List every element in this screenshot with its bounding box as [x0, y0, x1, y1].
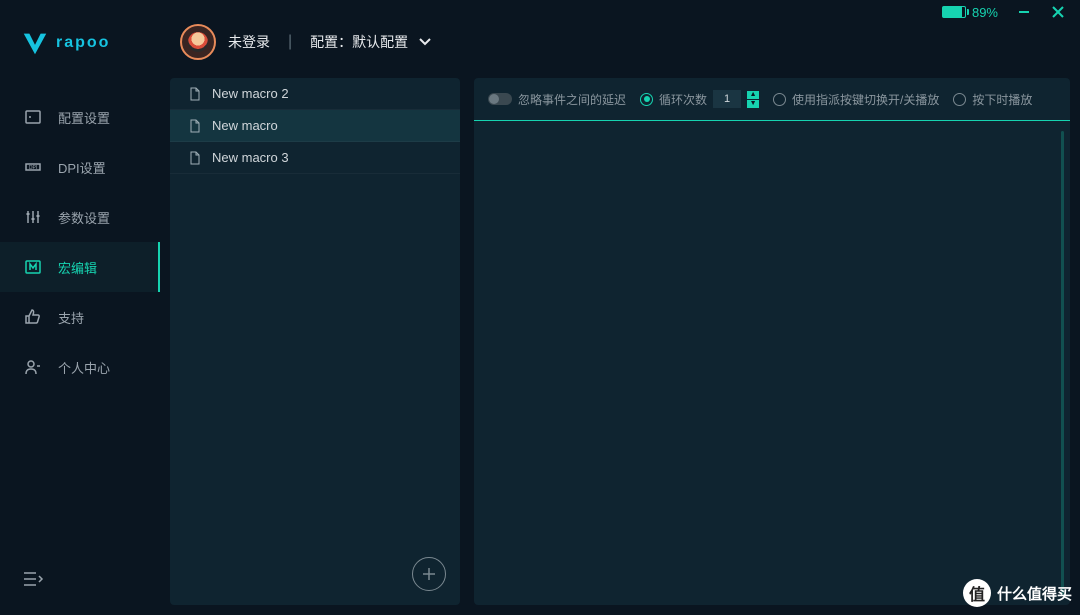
sidebar-item-label: DPI设置	[58, 158, 106, 177]
battery-indicator: 89%	[942, 5, 998, 20]
minimize-button[interactable]	[1016, 4, 1032, 20]
thumbs-up-icon	[22, 306, 44, 328]
svg-text:DPI: DPI	[29, 165, 37, 171]
sidebar-item-label: 配置设置	[58, 108, 110, 127]
chevron-down-icon	[418, 37, 432, 47]
close-button[interactable]	[1050, 4, 1066, 20]
macro-list-panel: New macro 2 New macro New macro 3	[170, 78, 460, 605]
file-icon	[188, 87, 202, 101]
sliders-icon	[22, 206, 44, 228]
scrollbar[interactable]	[1061, 131, 1064, 595]
logo-v-icon	[20, 28, 50, 58]
sidebar: rapoo 配置设置 DPI DPI设置 参数设置 宏编辑 支持	[0, 0, 160, 615]
radio-button[interactable]	[953, 93, 966, 106]
radio-button[interactable]	[640, 93, 653, 106]
macro-canvas[interactable]: 左键点击选中 右键点击编辑 添加▸ 按键 延迟 修改	[474, 121, 1070, 605]
collapse-sidebar-button[interactable]	[0, 548, 160, 615]
sidebar-item-params[interactable]: 参数设置	[0, 192, 160, 242]
sidebar-item-label: 支持	[58, 308, 84, 327]
macro-name: New macro 3	[212, 150, 289, 165]
battery-icon	[942, 6, 966, 18]
dpi-icon: DPI	[22, 156, 44, 178]
sidebar-item-personal[interactable]: 个人中心	[0, 342, 160, 392]
divider: |	[288, 33, 292, 51]
macro-item[interactable]: New macro 2	[170, 78, 460, 110]
spinner-down[interactable]: ▼	[747, 100, 759, 108]
user-icon	[22, 356, 44, 378]
loop-count-input[interactable]	[713, 90, 741, 108]
spinner-up[interactable]: ▲	[747, 91, 759, 99]
file-icon	[188, 151, 202, 165]
macro-name: New macro	[212, 118, 278, 133]
logo: rapoo	[0, 0, 160, 92]
macro-item[interactable]: New macro 3	[170, 142, 460, 174]
sidebar-item-label: 宏编辑	[58, 258, 97, 277]
toggle-switch[interactable]	[488, 93, 512, 105]
loop-count-option[interactable]: 循环次数 ▲ ▼	[640, 90, 759, 108]
ignore-delay-option[interactable]: 忽略事件之间的延迟	[488, 91, 626, 108]
sidebar-item-config[interactable]: 配置设置	[0, 92, 160, 142]
avatar[interactable]	[180, 24, 216, 60]
macro-editor-panel: 忽略事件之间的延迟 循环次数 ▲ ▼ 使用指派按键切换开/关播放	[474, 78, 1070, 605]
logo-text: rapoo	[56, 34, 110, 52]
assign-key-toggle-option[interactable]: 使用指派按键切换开/关播放	[773, 91, 939, 108]
config-icon	[22, 106, 44, 128]
config-selector[interactable]: 配置：默认配置	[310, 32, 432, 52]
watermark: 值 什么值得买	[963, 579, 1072, 607]
watermark-text: 什么值得买	[997, 583, 1072, 604]
macro-item[interactable]: New macro	[170, 110, 460, 142]
file-icon	[188, 119, 202, 133]
login-status[interactable]: 未登录	[228, 32, 270, 52]
play-on-press-option[interactable]: 按下时播放	[953, 91, 1032, 108]
battery-percentage: 89%	[972, 5, 998, 20]
playback-options-bar: 忽略事件之间的延迟 循环次数 ▲ ▼ 使用指派按键切换开/关播放	[474, 78, 1070, 121]
watermark-icon: 值	[963, 579, 991, 607]
sidebar-item-macro[interactable]: 宏编辑	[0, 242, 160, 292]
plus-icon	[421, 566, 437, 582]
radio-button[interactable]	[773, 93, 786, 106]
sidebar-item-label: 参数设置	[58, 208, 110, 227]
add-macro-button[interactable]	[412, 557, 446, 591]
sidebar-item-dpi[interactable]: DPI DPI设置	[0, 142, 160, 192]
sidebar-item-label: 个人中心	[58, 358, 110, 377]
macro-name: New macro 2	[212, 86, 289, 101]
sidebar-item-support[interactable]: 支持	[0, 292, 160, 342]
macro-icon	[22, 256, 44, 278]
